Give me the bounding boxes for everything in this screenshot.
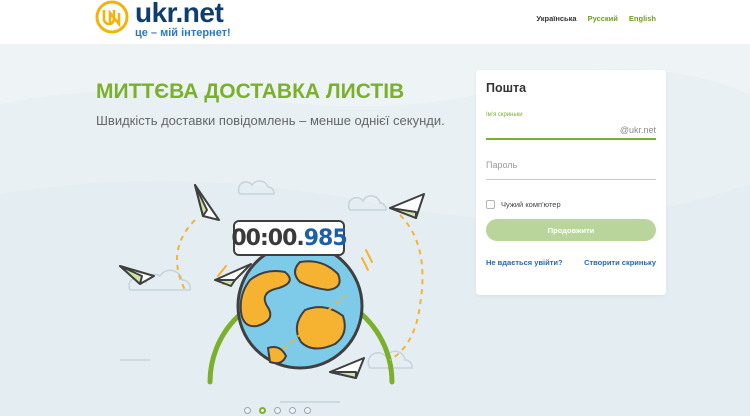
login-card: Пошта Ім'я скриньки @ukr.net Чужий комп'… — [476, 70, 666, 295]
remember-label[interactable]: Чужий комп'ютер — [501, 200, 561, 209]
promo-subtitle: Швидкість доставки повідомлень – менше о… — [96, 113, 445, 128]
logo-mark-icon — [95, 0, 129, 34]
lang-ukrainian: Українська — [536, 14, 577, 23]
slider-dot[interactable] — [304, 407, 311, 414]
submit-button[interactable]: Продовжити — [486, 219, 656, 241]
remember-row: Чужий комп'ютер — [486, 200, 561, 209]
lang-english[interactable]: English — [629, 14, 656, 23]
logo[interactable]: ukr.net це – мій інтернет! — [95, 0, 245, 42]
login-links: Не вдається увійти? Створити скриньку — [486, 258, 656, 267]
slider-dots — [244, 407, 311, 414]
password-field-wrap — [486, 150, 656, 180]
lang-russian[interactable]: Русский — [588, 14, 618, 23]
header: ukr.net це – мій інтернет! Українська Ру… — [0, 0, 750, 44]
slider-dot[interactable] — [244, 407, 251, 414]
email-field-wrap: @ukr.net — [486, 120, 656, 140]
email-domain: @ukr.net — [619, 125, 656, 135]
email-label: Ім'я скриньки — [486, 112, 523, 118]
password-input[interactable] — [486, 150, 656, 178]
delivery-timer: 00:00. 985 — [231, 220, 348, 256]
slider-dot[interactable] — [289, 407, 296, 414]
login-title: Пошта — [486, 81, 527, 95]
logo-slogan: це – мій інтернет! — [135, 27, 231, 39]
promo-title: МИТТЄВА ДОСТАВКА ЛИСТІВ — [96, 80, 405, 103]
language-switcher: Українська Русский English — [536, 14, 656, 23]
globe-icon — [236, 242, 364, 370]
remember-checkbox[interactable] — [486, 200, 495, 209]
logo-wordmark: ukr.net — [135, 0, 224, 28]
timer-main: 00:00. — [231, 225, 304, 251]
slider-dot-active[interactable] — [259, 407, 266, 414]
delivery-illustration — [119, 180, 425, 403]
timer-milliseconds: 985 — [303, 225, 348, 251]
register-link[interactable]: Створити скриньку — [584, 258, 656, 267]
slider-dot[interactable] — [274, 407, 281, 414]
forgot-link[interactable]: Не вдається увійти? — [486, 258, 563, 267]
